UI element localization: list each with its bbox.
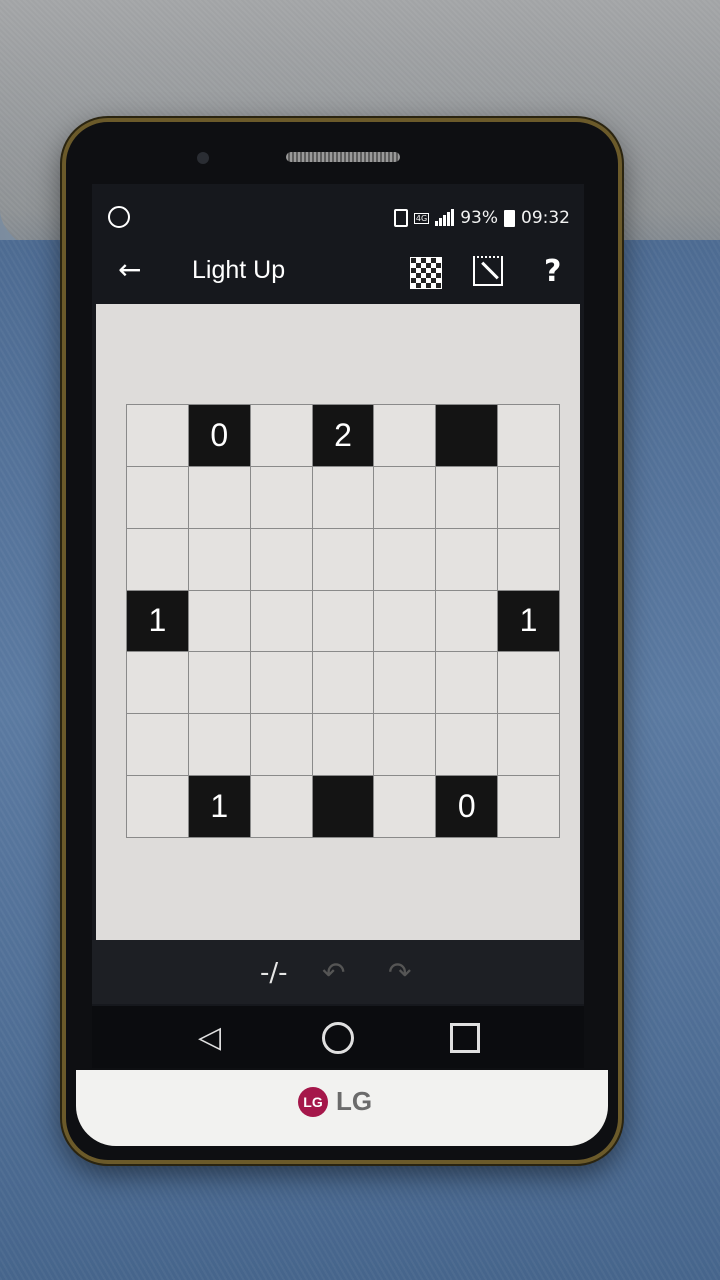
- puzzle-cell[interactable]: [188, 714, 250, 776]
- puzzle-cell[interactable]: [498, 405, 559, 466]
- puzzle-cell[interactable]: [250, 776, 312, 837]
- puzzle-cell[interactable]: [498, 714, 559, 776]
- puzzle-cell[interactable]: [127, 405, 188, 466]
- signal-icon: [435, 209, 455, 226]
- bottom-toolbar: -/- ↶ ↷: [92, 940, 584, 1004]
- puzzle-cell[interactable]: [188, 652, 250, 714]
- phone-screen: 4G 93% 09:32 ← Light Up ? 0 2 1 1 1 0 -/- ↶ ↷: [92, 184, 584, 1068]
- puzzle-cell[interactable]: [312, 528, 374, 590]
- puzzle-cell[interactable]: [250, 405, 312, 466]
- puzzle-cell[interactable]: [374, 590, 436, 652]
- puzzle-cell[interactable]: [498, 776, 559, 837]
- puzzle-cell[interactable]: [436, 528, 498, 590]
- puzzle-cell[interactable]: [127, 528, 188, 590]
- puzzle-cell[interactable]: [127, 652, 188, 714]
- puzzle-cell[interactable]: [188, 590, 250, 652]
- puzzle-cell[interactable]: [374, 714, 436, 776]
- puzzle-cell[interactable]: [374, 528, 436, 590]
- black-cell: 1: [498, 590, 559, 652]
- puzzle-cell[interactable]: [250, 590, 312, 652]
- black-cell: 1: [188, 776, 250, 837]
- lg-logo-text: LG: [336, 1086, 373, 1116]
- status-right: 4G 93% 09:32: [393, 208, 570, 228]
- vibrate-icon: [393, 209, 408, 227]
- nav-back-icon[interactable]: ◁: [198, 1020, 221, 1055]
- lg-logo-mark: LG: [298, 1086, 328, 1117]
- puzzle-cell[interactable]: [188, 466, 250, 528]
- battery-icon: [504, 209, 515, 227]
- puzzle-cell[interactable]: [436, 714, 498, 776]
- network-type: 4G: [413, 212, 430, 224]
- puzzle-cell[interactable]: [498, 466, 559, 528]
- phone-chin: LG LG: [76, 1070, 608, 1146]
- puzzle-cell[interactable]: [374, 776, 436, 837]
- earpiece-speaker: [286, 152, 400, 162]
- mark-toggle-icon[interactable]: -/-: [260, 958, 288, 988]
- puzzle-cell[interactable]: [127, 776, 188, 837]
- checkerboard-icon[interactable]: [410, 257, 442, 289]
- phone-body: 4G 93% 09:32 ← Light Up ? 0 2 1 1 1 0 -/- ↶ ↷: [62, 118, 622, 1164]
- puzzle-cell[interactable]: [188, 528, 250, 590]
- help-icon[interactable]: ?: [544, 254, 561, 289]
- whatsapp-notification-icon: [108, 206, 130, 228]
- front-camera: [197, 152, 209, 164]
- puzzle-cell[interactable]: [312, 714, 374, 776]
- puzzle-cell[interactable]: [312, 652, 374, 714]
- clock: 09:32: [521, 208, 570, 228]
- puzzle-cell[interactable]: [312, 590, 374, 652]
- puzzle-cell[interactable]: [250, 528, 312, 590]
- puzzle-area: 0 2 1 1 1 0: [96, 304, 580, 940]
- puzzle-cell[interactable]: [250, 652, 312, 714]
- puzzle-cell[interactable]: [127, 714, 188, 776]
- black-cell: [436, 405, 498, 466]
- black-cell: 0: [188, 405, 250, 466]
- puzzle-cell[interactable]: [250, 714, 312, 776]
- undo-icon[interactable]: ↶: [322, 956, 345, 989]
- puzzle-cell[interactable]: [312, 466, 374, 528]
- black-cell: 0: [436, 776, 498, 837]
- page-title: Light Up: [192, 256, 286, 284]
- puzzle-cell[interactable]: [374, 466, 436, 528]
- puzzle-cell[interactable]: [436, 466, 498, 528]
- nav-recents-icon[interactable]: [450, 1023, 480, 1053]
- resize-icon[interactable]: [473, 256, 503, 286]
- puzzle-cell[interactable]: [374, 405, 436, 466]
- status-bar: 4G 93% 09:32: [92, 194, 584, 238]
- nav-home-icon[interactable]: [322, 1022, 354, 1054]
- battery-percent: 93%: [460, 208, 498, 228]
- lg-logo: LG LG: [298, 1086, 372, 1117]
- android-nav-bar: ◁: [92, 1006, 584, 1068]
- app-bar: ← Light Up ?: [92, 238, 584, 310]
- puzzle-cell[interactable]: [498, 528, 559, 590]
- puzzle-cell[interactable]: [436, 590, 498, 652]
- puzzle-cell[interactable]: [436, 652, 498, 714]
- puzzle-cell[interactable]: [250, 466, 312, 528]
- puzzle-grid: 0 2 1 1 1 0: [126, 404, 560, 838]
- black-cell: 1: [127, 590, 188, 652]
- black-cell: 2: [312, 405, 374, 466]
- back-arrow-icon[interactable]: ←: [118, 256, 141, 284]
- redo-icon[interactable]: ↷: [388, 956, 411, 989]
- black-cell: [312, 776, 374, 837]
- puzzle-cell[interactable]: [127, 466, 188, 528]
- puzzle-cell[interactable]: [374, 652, 436, 714]
- puzzle-cell[interactable]: [498, 652, 559, 714]
